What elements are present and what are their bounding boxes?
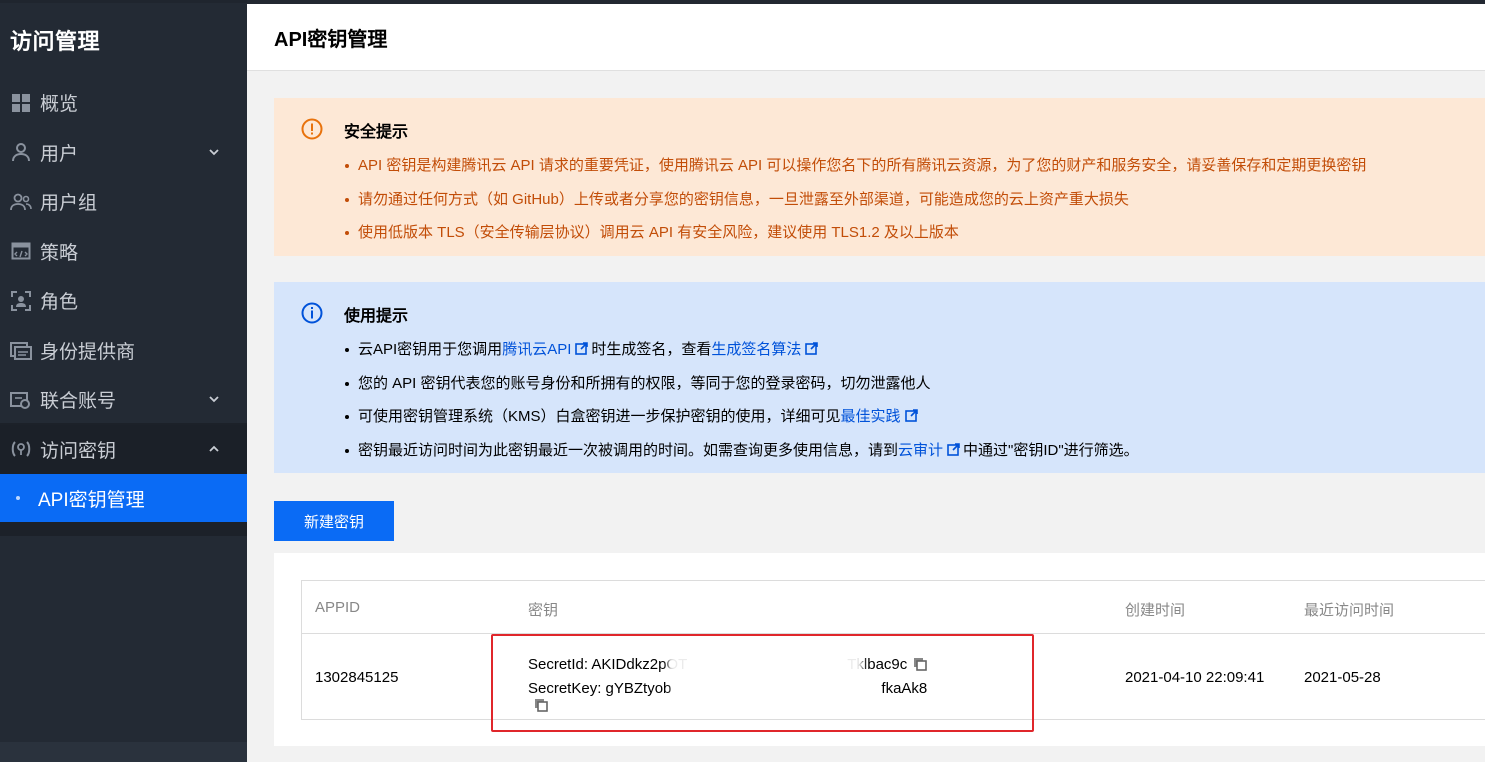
sidebar-item-overview[interactable]: 概览 bbox=[0, 78, 247, 128]
external-link-icon[interactable] bbox=[904, 409, 918, 422]
column-header-last-access: 最近访问时间 bbox=[1304, 602, 1395, 619]
sidebar-item-label: 身份提供商 bbox=[40, 341, 136, 363]
page-header: API密钥管理 bbox=[247, 4, 1485, 71]
sidebar-top-edge bbox=[0, 0, 247, 3]
security-notice-list: API 密钥是构建腾讯云 API 请求的重要凭证，使用腾讯云 API 可以操作您… bbox=[344, 149, 1366, 250]
item-text: 可使用密钥管理系统（KMS）白盒密钥进一步保护密钥的使用，详细可见 bbox=[358, 408, 841, 425]
policy-icon bbox=[10, 240, 32, 262]
sidebar-item-label: 用户 bbox=[40, 143, 79, 165]
active-dot bbox=[16, 496, 20, 500]
signature-algorithm-link[interactable]: 生成签名算法 bbox=[711, 341, 801, 358]
usage-notice-list: 云API密钥用于您调用腾讯云API 时生成签名，查看生成签名算法 您的 API 密… bbox=[344, 333, 1139, 467]
highlight-box bbox=[491, 634, 1034, 732]
list-item: 您的 API 密钥代表您的账号身份和所拥有的权限，等同于您的登录密码，切勿泄露他… bbox=[344, 367, 1139, 401]
list-item: 云API密钥用于您调用腾讯云API 时生成签名，查看生成签名算法 bbox=[344, 333, 1139, 367]
sidebar-item-label: 联合账号 bbox=[40, 391, 117, 413]
sidebar-item-label: 角色 bbox=[40, 292, 79, 314]
best-practice-link[interactable]: 最佳实践 bbox=[841, 408, 901, 425]
external-link-icon[interactable] bbox=[575, 342, 589, 355]
sidebar-item-roles[interactable]: 角色 bbox=[0, 276, 247, 326]
sidebar-item-identity-providers[interactable]: 身份提供商 bbox=[0, 326, 247, 376]
dashboard-icon bbox=[10, 92, 32, 114]
sidebar-item-users[interactable]: 用户 bbox=[0, 128, 247, 178]
usage-notice: 使用提示 云API密钥用于您调用腾讯云API 时生成签名，查看生成签名算法 您的 … bbox=[274, 282, 1485, 473]
column-header-created: 创建时间 bbox=[1125, 602, 1186, 619]
sidebar-item-policies[interactable]: 策略 bbox=[0, 227, 247, 277]
new-key-button[interactable]: 新建密钥 bbox=[274, 501, 394, 541]
users-icon bbox=[10, 191, 32, 213]
role-icon bbox=[10, 290, 32, 312]
security-notice: 安全提示 API 密钥是构建腾讯云 API 请求的重要凭证，使用腾讯云 API … bbox=[274, 98, 1485, 256]
list-item: 使用低版本 TLS（安全传输层协议）调用云 API 有安全风险，建议使用 TLS… bbox=[344, 216, 1366, 250]
list-item: API 密钥是构建腾讯云 API 请求的重要凭证，使用腾讯云 API 可以操作您… bbox=[344, 149, 1366, 183]
user-icon bbox=[10, 141, 32, 163]
table-header: APPID 密钥 创建时间 最近访问时间 bbox=[302, 581, 1485, 634]
list-item: 请勿通过任何方式（如 GitHub）上传或者分享您的密钥信息，一旦泄露至外部渠道… bbox=[344, 183, 1366, 217]
item-text: 时生成签名，查看 bbox=[591, 341, 712, 358]
federated-account-icon bbox=[10, 389, 32, 411]
external-link-icon[interactable] bbox=[805, 342, 819, 355]
sidebar-item-label: 用户组 bbox=[40, 193, 98, 215]
chevron-down-icon bbox=[209, 396, 219, 403]
usage-notice-title: 使用提示 bbox=[344, 308, 409, 325]
sidebar-subitem-api-key-management[interactable]: API密钥管理 bbox=[0, 474, 247, 522]
tencent-cloud-api-link[interactable]: 腾讯云API bbox=[502, 341, 571, 358]
list-item: 可使用密钥管理系统（KMS）白盒密钥进一步保护密钥的使用，详细可见最佳实践 bbox=[344, 400, 1139, 434]
sidebar: 访问管理 概览 用户 用户组 策略 角色 身份提供商 联合账号 访问密钥 API… bbox=[0, 0, 247, 762]
sidebar-item-user-groups[interactable]: 用户组 bbox=[0, 177, 247, 227]
chevron-up-icon bbox=[209, 445, 219, 452]
security-notice-title: 安全提示 bbox=[344, 124, 409, 141]
sidebar-item-federated-accounts[interactable]: 联合账号 bbox=[0, 375, 247, 425]
column-header-key: 密钥 bbox=[528, 602, 559, 619]
sidebar-item-label: 策略 bbox=[40, 242, 79, 264]
sidebar-item-label: 概览 bbox=[40, 94, 79, 116]
sidebar-item-label: 访问密钥 bbox=[40, 440, 117, 462]
list-item: 密钥最近访问时间为此密钥最近一次被调用的时间。如需查询更多使用信息，请到云审计 中… bbox=[344, 434, 1139, 468]
info-icon bbox=[301, 302, 323, 324]
access-key-icon bbox=[10, 438, 32, 460]
last-access-cell: 2021-05-28 bbox=[1304, 669, 1381, 686]
item-text: 密钥最近访问时间为此密钥最近一次被调用的时间。如需查询更多使用信息，请到 bbox=[358, 441, 899, 459]
sidebar-subitem-label: API密钥管理 bbox=[38, 489, 145, 511]
cloud-audit-link[interactable]: 云审计 bbox=[898, 442, 943, 459]
column-header-appid: APPID bbox=[315, 599, 361, 616]
sidebar-item-access-keys[interactable]: 访问密钥 bbox=[0, 424, 247, 474]
item-text: 云API密钥用于您调用 bbox=[358, 341, 503, 358]
chevron-down-icon bbox=[209, 148, 219, 155]
sidebar-footer-bar bbox=[0, 742, 247, 762]
external-link-icon[interactable] bbox=[947, 442, 960, 456]
item-text: 中通过"密钥ID"进行筛选。 bbox=[963, 441, 1139, 459]
created-time-cell: 2021-04-10 22:09:41 bbox=[1125, 669, 1265, 686]
page-title: API密钥管理 bbox=[274, 29, 388, 51]
warning-icon bbox=[301, 118, 323, 140]
appid-cell: 1302845125 bbox=[315, 669, 399, 686]
sidebar-nav: 概览 用户 用户组 策略 角色 身份提供商 联合账号 访问密钥 API密钥管理 bbox=[0, 78, 247, 522]
sidebar-title: 访问管理 bbox=[10, 29, 101, 54]
identity-provider-icon bbox=[10, 339, 32, 361]
